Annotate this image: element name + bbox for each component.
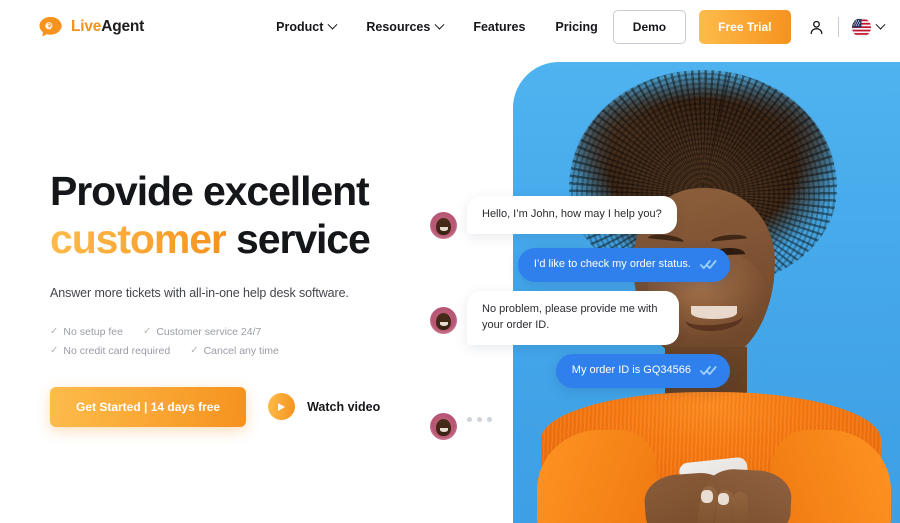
agent-avatar bbox=[430, 412, 457, 440]
hero-perks-list: ✓ No setup fee ✓ Customer service 24/7 ✓… bbox=[50, 326, 480, 357]
chat-bubble-outgoing: My order ID is GQ34566 bbox=[555, 353, 730, 388]
free-trial-button[interactable]: Free Trial bbox=[699, 10, 791, 44]
nav-item-resources[interactable]: Resources bbox=[351, 14, 458, 40]
chevron-down-icon bbox=[434, 19, 445, 30]
logo-word-agent: Agent bbox=[101, 18, 145, 35]
logo-liveagent[interactable]: LiveAgent bbox=[38, 16, 144, 38]
headline-accent-word: customer bbox=[50, 215, 227, 262]
headline-line-2-rest: service bbox=[225, 215, 371, 262]
check-icon: ✓ bbox=[50, 345, 59, 357]
agent-avatar bbox=[430, 212, 457, 239]
photo-fingernail bbox=[701, 490, 713, 503]
nav-item-features[interactable]: Features bbox=[458, 14, 540, 40]
chat-bubble-text: I’d like to check my order status. bbox=[533, 258, 691, 270]
typing-dot bbox=[467, 416, 472, 422]
check-icon: ✓ bbox=[50, 326, 59, 338]
perk-label: No setup fee bbox=[63, 325, 123, 338]
perk-row: ✓ No credit card required ✓ Cancel any t… bbox=[50, 345, 480, 357]
perk-cancel-any-time: ✓ Cancel any time bbox=[190, 345, 279, 357]
nav-label-resources: Resources bbox=[366, 20, 431, 34]
hero-subheadline: Answer more tickets with all-in-one help… bbox=[50, 285, 349, 300]
chat-bubble-incoming: Hello, I’m John, how may I help you? bbox=[467, 196, 677, 234]
nav-label-pricing: Pricing bbox=[555, 20, 598, 34]
get-started-button[interactable]: Get Started | 14 days free bbox=[50, 386, 247, 427]
user-person-icon[interactable] bbox=[808, 19, 825, 36]
check-icon: ✓ bbox=[142, 326, 152, 338]
site-header: LiveAgent Product Resources Features Pri… bbox=[0, 0, 900, 54]
header-actions: Demo Free Trial bbox=[612, 10, 885, 44]
speech-bubble-at-icon bbox=[38, 16, 64, 38]
typing-dot bbox=[477, 416, 482, 422]
avatar-smile bbox=[440, 427, 448, 432]
nav-label-product: Product bbox=[276, 20, 324, 34]
avatar-smile bbox=[440, 227, 448, 231]
chat-message-agent-1: Hello, I’m John, how may I help you? bbox=[430, 196, 730, 239]
photo-fingernail bbox=[718, 493, 729, 505]
check-icon: ✓ bbox=[190, 345, 199, 357]
typing-dots-icon bbox=[467, 416, 492, 422]
chat-bubble-outgoing: I’d like to check my order status. bbox=[517, 248, 730, 282]
hero-cta-group: Get Started | 14 days free Watch video bbox=[50, 386, 480, 427]
watch-video-label: Watch video bbox=[307, 399, 381, 414]
chat-bubble-text: My order ID is GQ34566 bbox=[571, 363, 691, 376]
nav-label-features: Features bbox=[473, 20, 526, 34]
perk-label: Cancel any time bbox=[203, 344, 279, 357]
perk-no-setup-fee: ✓ No setup fee bbox=[50, 326, 123, 338]
photo-finger bbox=[732, 491, 749, 523]
chevron-down-icon bbox=[875, 19, 885, 30]
chat-message-customer-1: I’d like to check my order status. bbox=[430, 248, 730, 282]
logo-wordmark: LiveAgent bbox=[71, 18, 144, 36]
primary-navigation: Product Resources Features Pricing bbox=[261, 14, 613, 40]
demo-button[interactable]: Demo bbox=[612, 10, 687, 44]
typing-dot bbox=[487, 416, 492, 422]
perk-no-credit-card: ✓ No credit card required bbox=[50, 345, 170, 357]
us-flag-icon bbox=[851, 17, 871, 37]
header-divider bbox=[837, 17, 839, 37]
avatar-smile bbox=[440, 321, 448, 326]
chevron-down-icon bbox=[327, 19, 338, 30]
language-selector[interactable] bbox=[851, 17, 885, 37]
page-title: Provide excellent customer service bbox=[50, 168, 480, 264]
nav-item-product[interactable]: Product bbox=[261, 14, 351, 40]
landing-page: LiveAgent Product Resources Features Pri… bbox=[0, 0, 900, 523]
double-check-icon bbox=[700, 365, 717, 376]
perk-row: ✓ No setup fee ✓ Customer service 24/7 bbox=[50, 326, 480, 338]
chat-message-agent-typing bbox=[430, 397, 730, 440]
logo-word-live: Live bbox=[71, 18, 102, 35]
watch-video-button[interactable]: Watch video bbox=[268, 393, 381, 421]
nav-item-pricing[interactable]: Pricing bbox=[540, 14, 612, 40]
headline-line-1: Provide excellent bbox=[50, 168, 370, 214]
chat-conversation-overlay: Hello, I’m John, how may I help you? I’d… bbox=[430, 196, 730, 449]
perk-customer-service: ✓ Customer service 24/7 bbox=[143, 326, 261, 338]
perk-label: No credit card required bbox=[63, 344, 171, 357]
perk-label: Customer service 24/7 bbox=[156, 325, 262, 338]
chat-message-customer-2: My order ID is GQ34566 bbox=[430, 353, 730, 388]
chat-bubble-incoming: No problem, please provide me with your … bbox=[467, 290, 679, 345]
play-triangle-icon bbox=[268, 393, 296, 421]
chat-message-agent-2: No problem, please provide me with your … bbox=[430, 290, 730, 345]
double-check-icon bbox=[700, 259, 717, 270]
hero-copy: Provide excellent customer service Answe… bbox=[50, 168, 480, 427]
agent-avatar bbox=[430, 306, 457, 334]
